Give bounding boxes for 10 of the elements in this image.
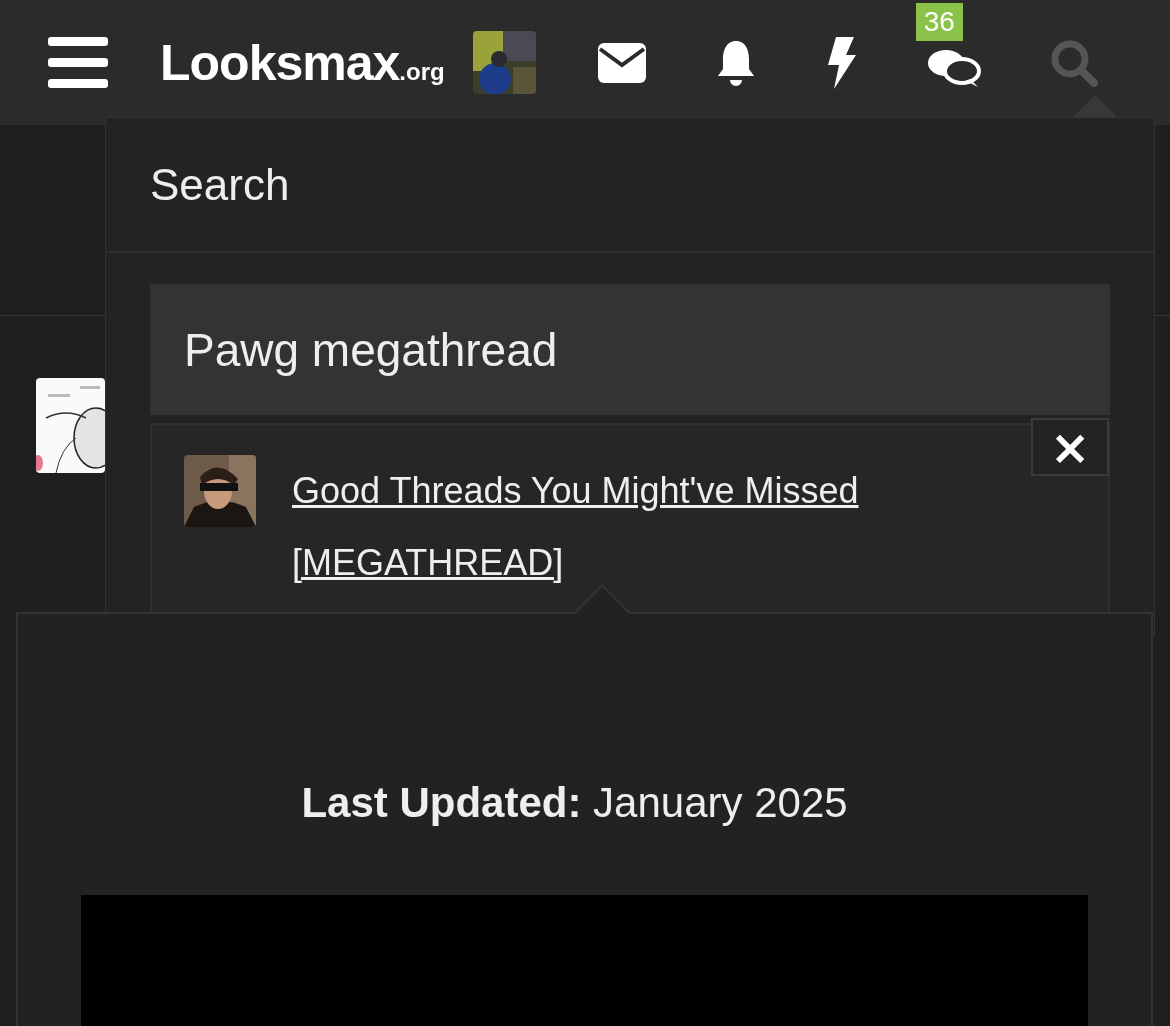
bell-icon[interactable] — [715, 38, 756, 87]
search-field[interactable]: Pawg megathread — [150, 284, 1110, 415]
lightning-icon[interactable] — [825, 36, 856, 89]
site-logo[interactable]: Looksmax.org — [160, 33, 445, 92]
last-updated-text: Last Updated: January 2025 — [300, 779, 849, 827]
close-button[interactable]: × — [1031, 418, 1109, 476]
envelope-icon[interactable] — [597, 42, 646, 83]
panel-title: Search — [106, 118, 1154, 253]
menu-icon[interactable] — [48, 36, 108, 89]
alerts-badge: 36 — [915, 2, 963, 41]
